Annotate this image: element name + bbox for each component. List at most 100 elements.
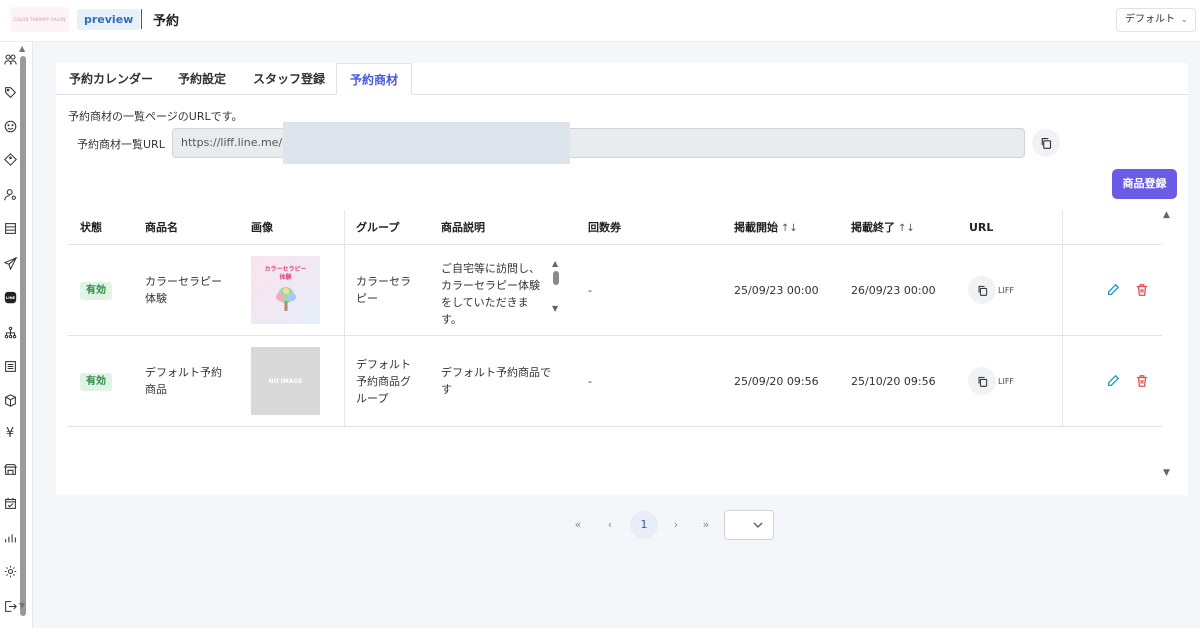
prev-page-button[interactable]: ‹ [600,510,620,540]
logout-icon[interactable] [3,599,17,613]
account-select[interactable]: デフォルト ⌄ [1116,8,1196,32]
people-icon[interactable] [3,52,17,66]
trash-icon[interactable] [1135,374,1149,388]
smile-icon[interactable] [3,119,17,133]
coupon-icon[interactable] [3,152,17,166]
chevron-down-icon [753,522,763,528]
sidebar-scroll-down-icon[interactable]: ▼ [19,601,25,610]
status-badge: 有効 [80,373,112,391]
status-badge: 有効 [80,282,112,300]
description-line: デフォルト予約商品で [441,366,551,379]
sort-icon[interactable]: ↑↓ [898,223,915,234]
sidebar-scroll-up-icon[interactable]: ▲ [19,44,25,53]
description-line: カラーセラピー体験 [441,279,540,292]
chevron-down-icon: ⌄ [1180,15,1188,25]
description-scrollbar[interactable]: ▲ ▼ [552,260,560,313]
start-date: 25/09/20 09:56 [734,375,819,388]
logo[interactable]: COLOR THERAPY SALON [10,7,69,32]
tag-icon[interactable] [3,85,17,99]
copy-icon [1041,137,1052,149]
col-url: URL [969,221,994,234]
col-status: 状態 [80,221,102,234]
tab-settings[interactable]: 予約設定 [165,63,239,95]
send-icon[interactable] [3,256,17,270]
description-line: す。 [441,313,462,326]
tab-staff[interactable]: スタッフ登録 [240,63,338,95]
box-icon[interactable] [3,393,17,407]
register-product-button[interactable]: 商品登録 [1112,169,1177,199]
tab-calendar[interactable]: 予約カレンダー [56,63,166,95]
copy-liff-button[interactable] [968,276,996,304]
next-page-button[interactable]: › [666,510,686,540]
product-description: ご自宅等に訪問し、 カラーセラピー体験 をしていただきま す。 [441,260,551,328]
col-description: 商品説明 [441,221,485,234]
scroll-down-icon[interactable]: ▼ [552,305,560,313]
column-divider [344,245,345,335]
col-name: 商品名 [145,221,178,234]
group-name-line: ピー [356,292,378,305]
url-description: 予約商材の一覧ページのURLです。 [68,110,243,123]
redaction-block [283,122,570,164]
line-icon-label: LINE [5,296,15,300]
product-name: カラーセラピー 体験 [145,273,222,307]
col-end-label: 掲載終了 [851,221,895,234]
page-size-select[interactable] [724,510,774,540]
edit-icon[interactable] [1106,283,1120,297]
col-group: グループ [356,221,400,234]
trash-icon[interactable] [1135,283,1149,297]
calendar-check-icon[interactable] [3,496,17,510]
table-header: 状態 商品名 画像 グループ 商品説明 回数券 掲載開始 ↑↓ 掲載終了 ↑↓ UR… [68,210,1162,245]
product-thumbnail: NO IMAGE [251,347,320,415]
flow-icon[interactable] [3,325,17,339]
col-tickets: 回数券 [588,221,621,234]
product-name: デフォルト予約 商品 [145,364,222,398]
product-name-line: 商品 [145,383,167,396]
account-select-value: デフォルト [1125,14,1175,25]
group-name: デフォルト 予約商品グ ループ [356,356,411,407]
last-page-button[interactable]: » [696,510,716,540]
header-divider [141,9,142,29]
col-end[interactable]: 掲載終了 ↑↓ [851,210,915,245]
page-1-button[interactable]: 1 [630,511,658,539]
group-name: カラーセラ ピー [356,273,411,307]
sidebar-scrollbar[interactable] [20,56,26,616]
liff-label: LIFF [998,377,1015,386]
user-setting-icon[interactable] [3,187,17,201]
ticket-value: - [588,375,592,388]
copy-icon [978,285,987,296]
scroll-up-icon[interactable]: ▲ [552,260,560,268]
col-start[interactable]: 掲載開始 ↑↓ [734,210,798,245]
sort-icon[interactable]: ↑↓ [781,223,798,234]
first-page-button[interactable]: « [568,510,588,540]
list-icon[interactable] [3,221,17,235]
product-thumbnail: カラーセラピー 体験 [251,256,320,324]
product-table: 状態 商品名 画像 グループ 商品説明 回数券 掲載開始 ↑↓ 掲載終了 ↑↓ UR… [68,210,1162,427]
scroll-thumb[interactable] [553,271,559,285]
store-icon[interactable] [3,462,17,476]
document-icon[interactable] [3,359,17,373]
preview-badge: preview [77,9,141,30]
table-row: 有効 カラーセラピー 体験 カラーセラピー 体験 カラーセラ ピー ご自宅等に訪… [68,245,1162,336]
yen-icon[interactable]: ¥ [3,427,17,441]
gear-icon[interactable] [3,564,17,578]
edit-icon[interactable] [1106,374,1120,388]
tab-bar: 予約カレンダー 予約設定 スタッフ登録 予約商材 [56,63,1188,95]
tab-products[interactable]: 予約商材 [336,63,413,95]
end-date: 25/10/20 09:56 [851,375,936,388]
ticket-value: - [588,284,592,297]
line-icon[interactable]: LINE [3,290,17,304]
group-name-line: デフォルト [356,358,411,371]
copy-url-button[interactable] [1032,129,1060,157]
column-divider [1062,336,1063,426]
liff-label: LIFF [998,286,1015,295]
chart-icon[interactable] [3,530,17,544]
page-title: 予約 [153,14,180,29]
start-date: 25/09/23 00:00 [734,284,819,297]
group-name-line: 予約商品グ [356,375,411,388]
no-image-label: NO IMAGE [268,377,303,385]
table-scroll-up-icon[interactable]: ▲ [1163,210,1170,220]
copy-liff-button[interactable] [968,367,996,395]
table-scroll-down-icon[interactable]: ▼ [1163,468,1170,478]
logo-text: COLOR THERAPY SALON [13,17,66,22]
top-bar: COLOR THERAPY SALON preview 予約 デフォルト ⌄ [0,0,1200,42]
